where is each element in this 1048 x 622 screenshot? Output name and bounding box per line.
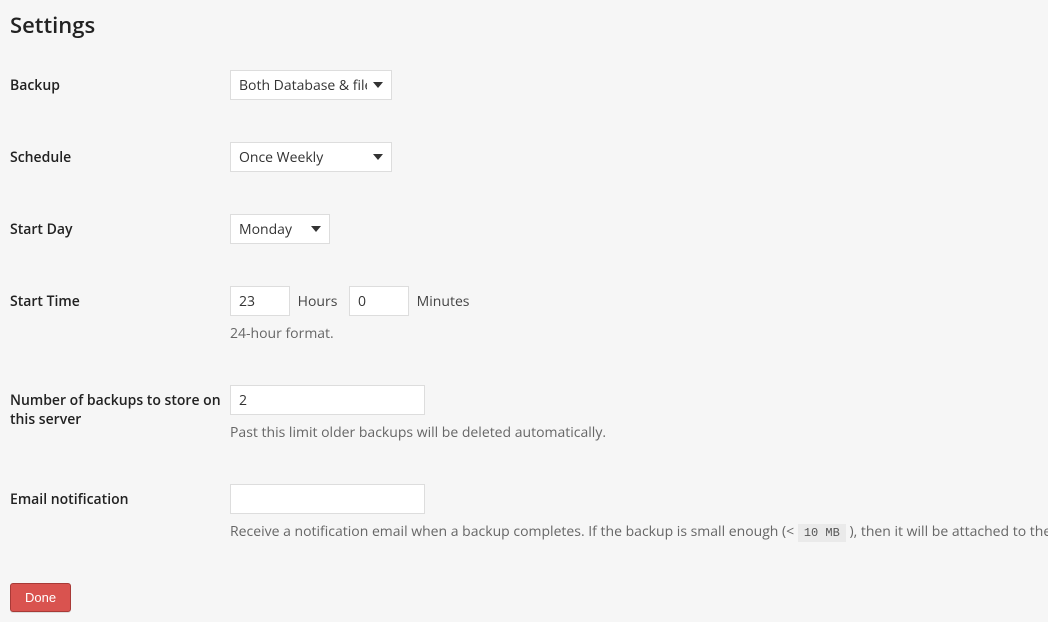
label-start-time: Start Time [10,286,230,311]
row-start-time: Start Time Hours Minutes 24-hour format. [10,286,1038,343]
num-backups-input[interactable] [230,385,425,415]
row-backup: Backup Both Database & files [10,70,1038,100]
done-button[interactable]: Done [10,583,71,612]
label-schedule: Schedule [10,142,230,167]
row-schedule: Schedule Once Weekly [10,142,1038,172]
page-title: Settings [10,10,1038,40]
backup-select[interactable]: Both Database & files [230,70,392,100]
row-num-backups: Number of backups to store on this serve… [10,385,1038,442]
hours-label: Hours [298,292,338,311]
num-backups-hint: Past this limit older backups will be de… [230,423,1038,442]
email-input[interactable] [230,484,425,514]
label-backup: Backup [10,70,230,95]
start-time-hint: 24-hour format. [230,324,1038,343]
minutes-input[interactable] [349,286,409,316]
label-num-backups: Number of backups to store on this serve… [10,385,230,429]
size-code: 10 MB [798,524,846,542]
row-start-day: Start Day Monday [10,214,1038,244]
label-email: Email notification [10,484,230,509]
minutes-label: Minutes [417,292,470,311]
label-start-day: Start Day [10,214,230,239]
row-email: Email notification Receive a notificatio… [10,484,1038,541]
schedule-select[interactable]: Once Weekly [230,142,392,172]
email-hint: Receive a notification email when a back… [230,522,1048,541]
start-day-select[interactable]: Monday [230,214,330,244]
hours-input[interactable] [230,286,290,316]
